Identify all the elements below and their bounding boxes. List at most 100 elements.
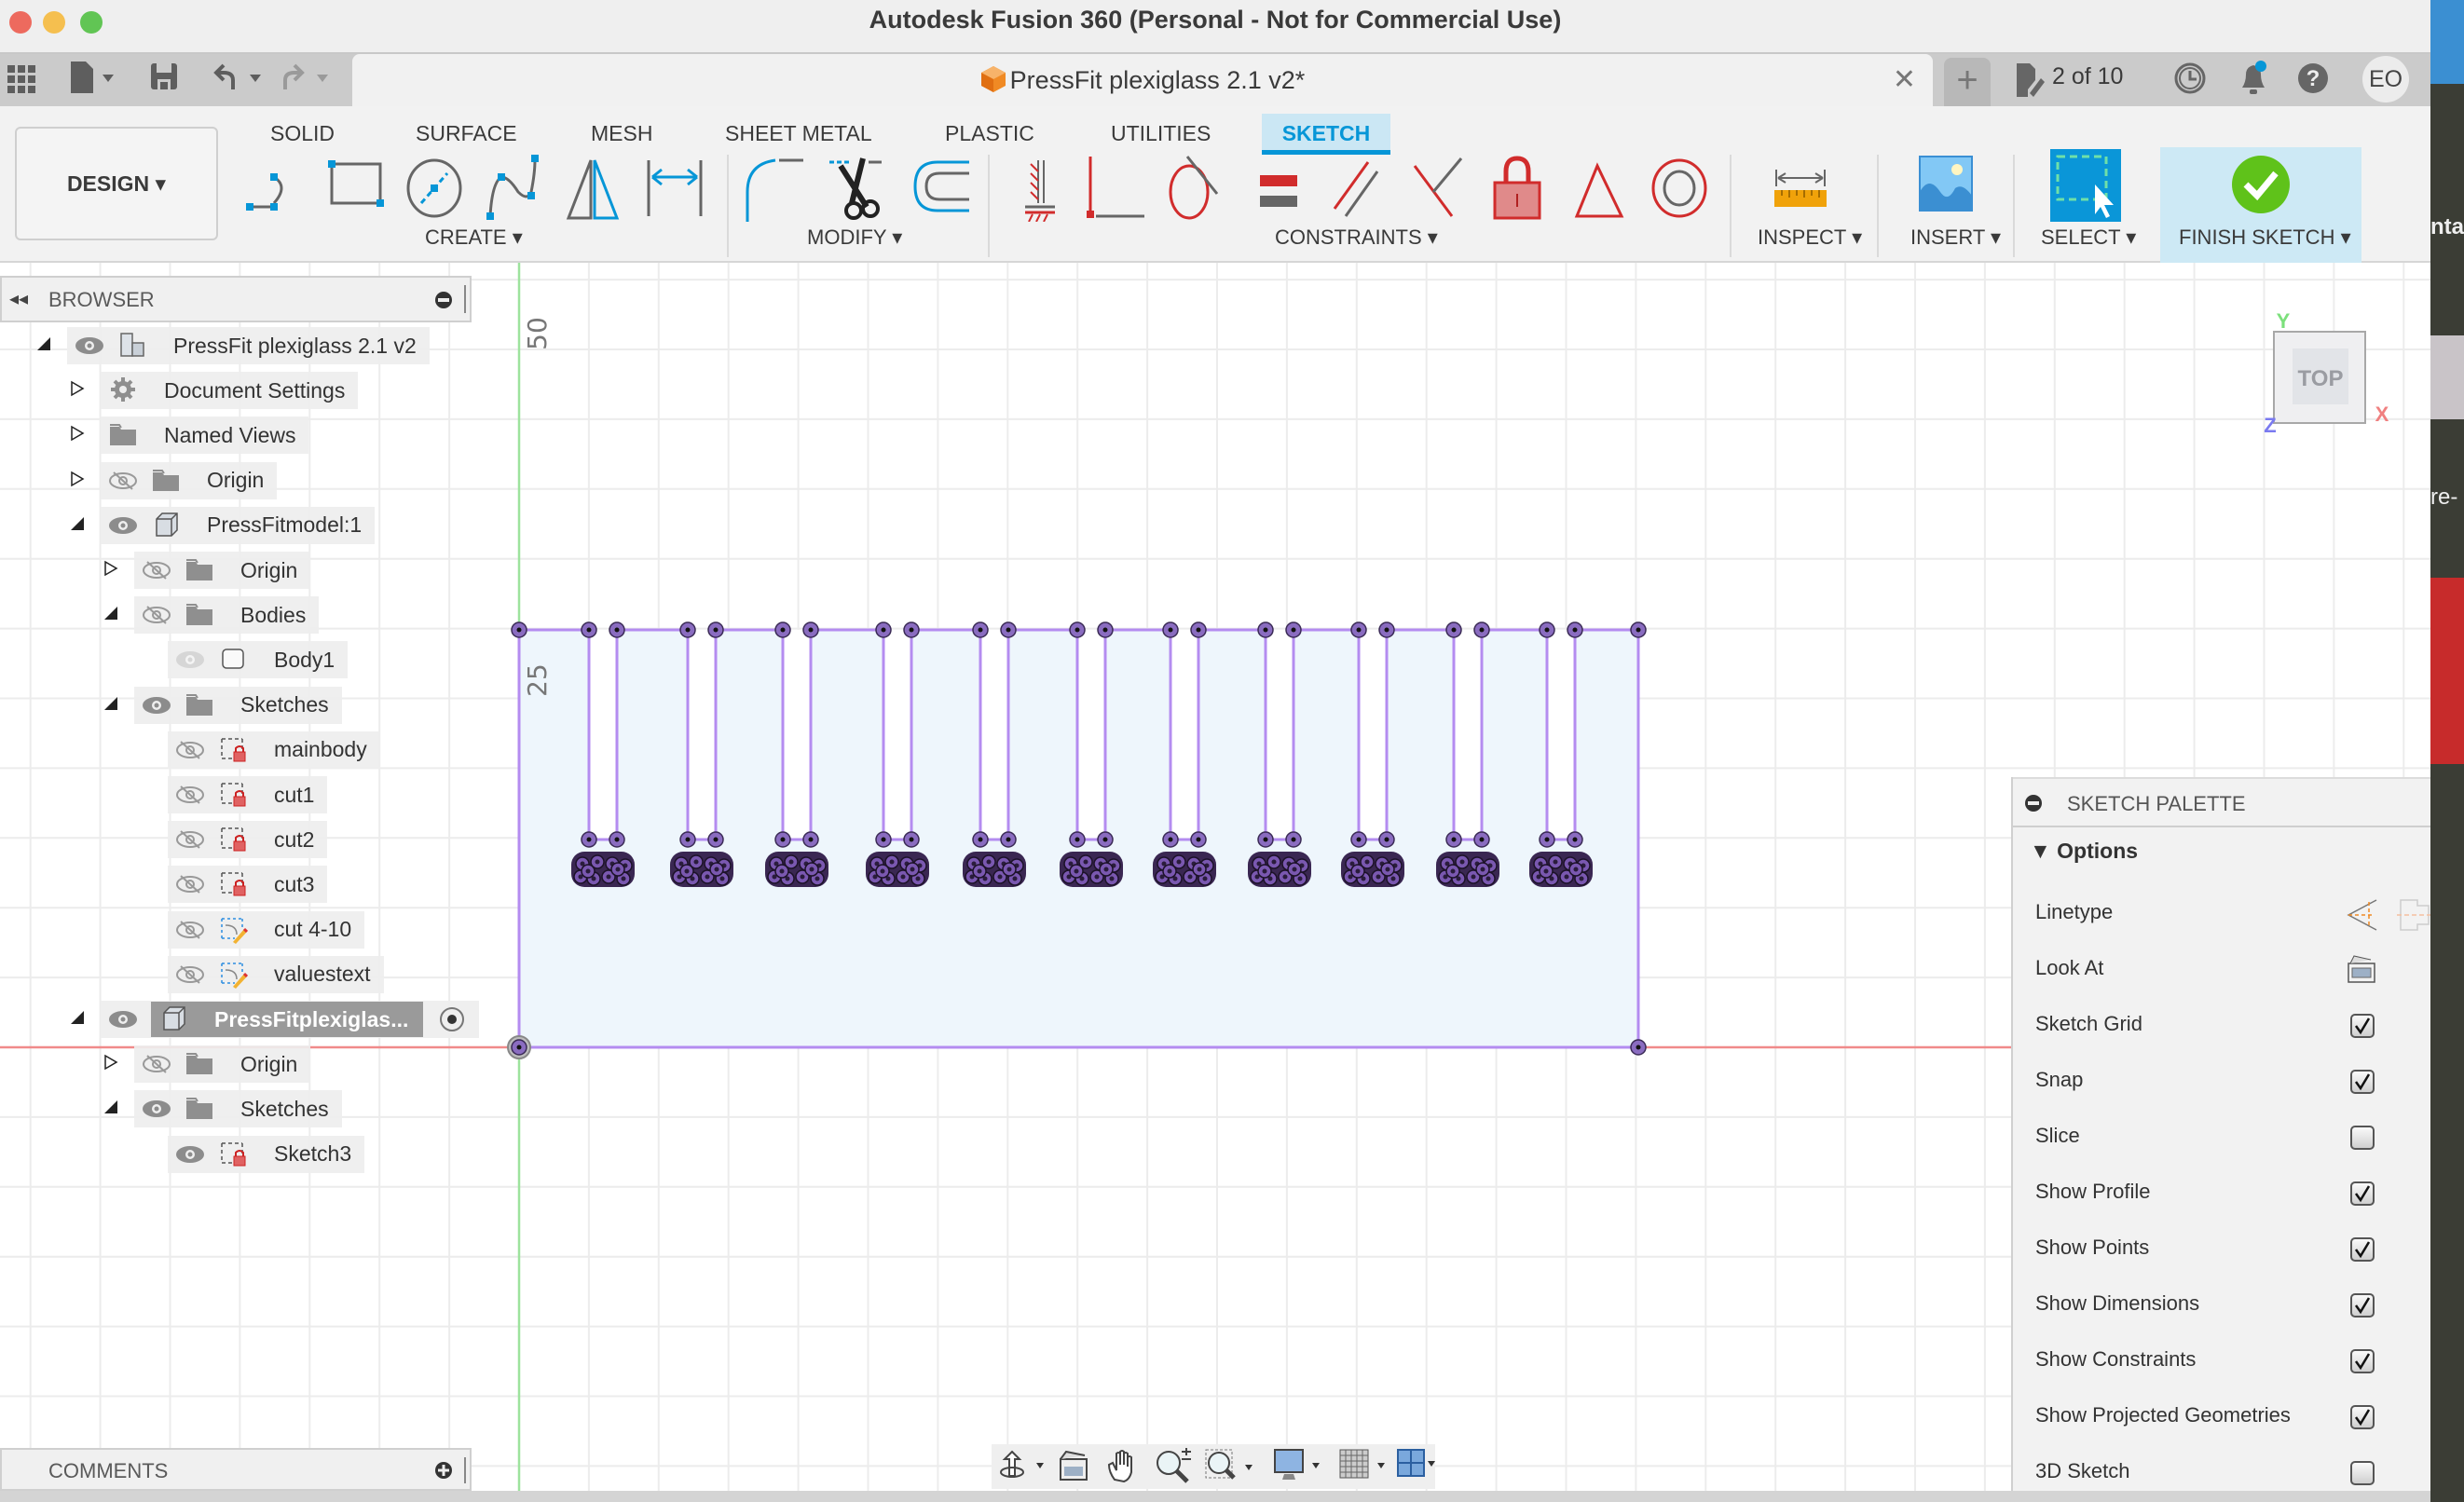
collapse-browser-icon[interactable]: ◂◂ [9, 287, 28, 310]
user-avatar[interactable]: EO [2362, 56, 2409, 102]
job-status-icon[interactable] [2015, 61, 2050, 99]
visibility-eye-icon[interactable] [175, 965, 207, 984]
visibility-eye-icon[interactable] [175, 650, 207, 669]
select-menu[interactable]: SELECT ▾ [2041, 225, 2136, 250]
show-constraints-checkbox[interactable] [2350, 1349, 2375, 1373]
mirror-tool-icon[interactable] [563, 155, 628, 222]
browser-item[interactable]: Sketches [134, 1090, 342, 1128]
visibility-eye-icon[interactable] [75, 336, 106, 355]
browser-item[interactable]: PressFitmodel:1 [101, 506, 376, 544]
constraints-menu[interactable]: CONSTRAINTS ▾ [1275, 225, 1438, 250]
tab-sheet-metal[interactable]: SHEET METAL [710, 114, 887, 155]
tangent-constraint-icon[interactable] [1165, 155, 1230, 222]
browser-item[interactable]: Document Settings [101, 372, 359, 410]
undo-icon[interactable] [212, 61, 270, 95]
centerline-linetype-icon[interactable] [2397, 898, 2430, 932]
sketch-point[interactable] [1097, 621, 1114, 638]
visibility-eye-icon[interactable] [108, 471, 140, 490]
options-section-toggle[interactable]: ▼ Options [2030, 839, 2138, 864]
sketch-text-cluster[interactable] [765, 852, 828, 887]
sketch-point[interactable] [1285, 831, 1302, 848]
sketch-point[interactable] [1097, 831, 1114, 848]
sketch-point[interactable] [1378, 621, 1395, 638]
trim-scissors-icon[interactable] [826, 155, 891, 222]
browser-item[interactable]: valuestext [168, 955, 384, 993]
display-settings-icon[interactable] [1273, 1448, 1333, 1485]
sketch-point[interactable] [875, 621, 892, 638]
sketch-point[interactable] [774, 621, 791, 638]
sketch-point[interactable] [903, 831, 920, 848]
browser-item[interactable]: cut3 [168, 866, 328, 904]
browser-item[interactable]: Origin [101, 461, 278, 499]
collapse-triangle-icon[interactable] [34, 335, 54, 356]
orbit-icon[interactable] [999, 1450, 1047, 1483]
browser-item[interactable]: Origin [134, 552, 311, 589]
sketch-text-cluster[interactable] [866, 852, 929, 887]
tab-plastic[interactable]: PLASTIC [930, 114, 1049, 155]
sketch-point[interactable] [1473, 621, 1490, 638]
sketch-point[interactable] [1257, 831, 1274, 848]
add-comment-icon[interactable] [434, 1461, 453, 1480]
select-tool-icon[interactable] [2050, 149, 2121, 222]
activate-radio-icon[interactable] [438, 1005, 466, 1033]
3d-sketch-checkbox[interactable] [2350, 1461, 2375, 1485]
browser-item[interactable]: PressFit plexiglass 2.1 v2 [67, 327, 430, 364]
document-tab[interactable]: PressFit plexiglass 2.1 v2* ✕ [352, 54, 1933, 106]
visibility-eye-icon[interactable] [175, 1145, 207, 1164]
visibility-eye-icon[interactable] [142, 1055, 173, 1073]
modify-menu[interactable]: MODIFY ▾ [807, 225, 902, 250]
visibility-eye-icon[interactable] [175, 920, 207, 939]
pan-hand-icon[interactable] [1105, 1448, 1139, 1485]
browser-item[interactable]: cut1 [168, 776, 328, 813]
sketch-point[interactable] [1162, 831, 1179, 848]
browser-item[interactable]: Origin [134, 1045, 311, 1084]
snap-checkbox[interactable] [2350, 1070, 2375, 1094]
browser-item[interactable]: Named Views [101, 416, 309, 455]
slice-checkbox[interactable] [2350, 1126, 2375, 1150]
sketch-point[interactable] [707, 831, 724, 848]
collapse-triangle-icon[interactable] [67, 1009, 88, 1030]
insert-image-icon[interactable] [1918, 155, 1983, 222]
history-clock-icon[interactable] [2173, 61, 2207, 95]
sketch-point[interactable] [679, 621, 696, 638]
look-at-button[interactable] [2347, 954, 2376, 989]
sketch-text-cluster[interactable] [1060, 852, 1123, 887]
sketch-point[interactable] [1162, 621, 1179, 638]
lock-constraint-icon[interactable] [1489, 155, 1554, 222]
finish-checkmark-icon[interactable] [2231, 155, 2291, 214]
redo-icon[interactable] [280, 61, 337, 95]
sketch-point[interactable] [1567, 831, 1583, 848]
sketch-point[interactable] [1539, 621, 1555, 638]
sketch-point[interactable] [581, 831, 597, 848]
offset-tool-icon[interactable] [910, 155, 975, 222]
visibility-eye-icon[interactable] [142, 561, 173, 580]
sketch-point[interactable] [1069, 831, 1086, 848]
sketch-point[interactable] [1567, 621, 1583, 638]
sketch-point[interactable] [1257, 621, 1274, 638]
viewports-icon[interactable] [1396, 1448, 1452, 1485]
look-at-icon[interactable] [1057, 1450, 1090, 1483]
sketch-text-cluster[interactable] [1529, 852, 1593, 887]
sketch-point[interactable] [875, 831, 892, 848]
sketch-point[interactable] [511, 621, 527, 638]
sketch-text-cluster[interactable] [1153, 852, 1216, 887]
expand-triangle-icon[interactable] [101, 1054, 121, 1074]
sketch-point[interactable] [511, 1039, 527, 1056]
sketch-point[interactable] [1473, 831, 1490, 848]
sketch-point[interactable] [972, 621, 989, 638]
sketch-text-cluster[interactable] [1248, 852, 1311, 887]
expand-triangle-icon[interactable] [67, 471, 88, 491]
collapse-triangle-icon[interactable] [101, 605, 121, 625]
browser-item[interactable]: cut2 [168, 821, 328, 859]
sketch-text-cluster[interactable] [670, 852, 733, 887]
tab-surface[interactable]: SURFACE [401, 114, 532, 155]
show-points-checkbox[interactable] [2350, 1237, 2375, 1262]
measure-ruler-icon[interactable] [1773, 155, 1838, 222]
show-profile-checkbox[interactable] [2350, 1181, 2375, 1206]
browser-item[interactable]: Sketches [134, 686, 342, 724]
sketch-text-cluster[interactable] [1436, 852, 1499, 887]
expand-triangle-icon[interactable] [67, 380, 88, 401]
sketch-point[interactable] [609, 831, 625, 848]
resize-handle[interactable] [464, 1457, 466, 1483]
tab-sketch[interactable]: SKETCH [1262, 114, 1390, 155]
